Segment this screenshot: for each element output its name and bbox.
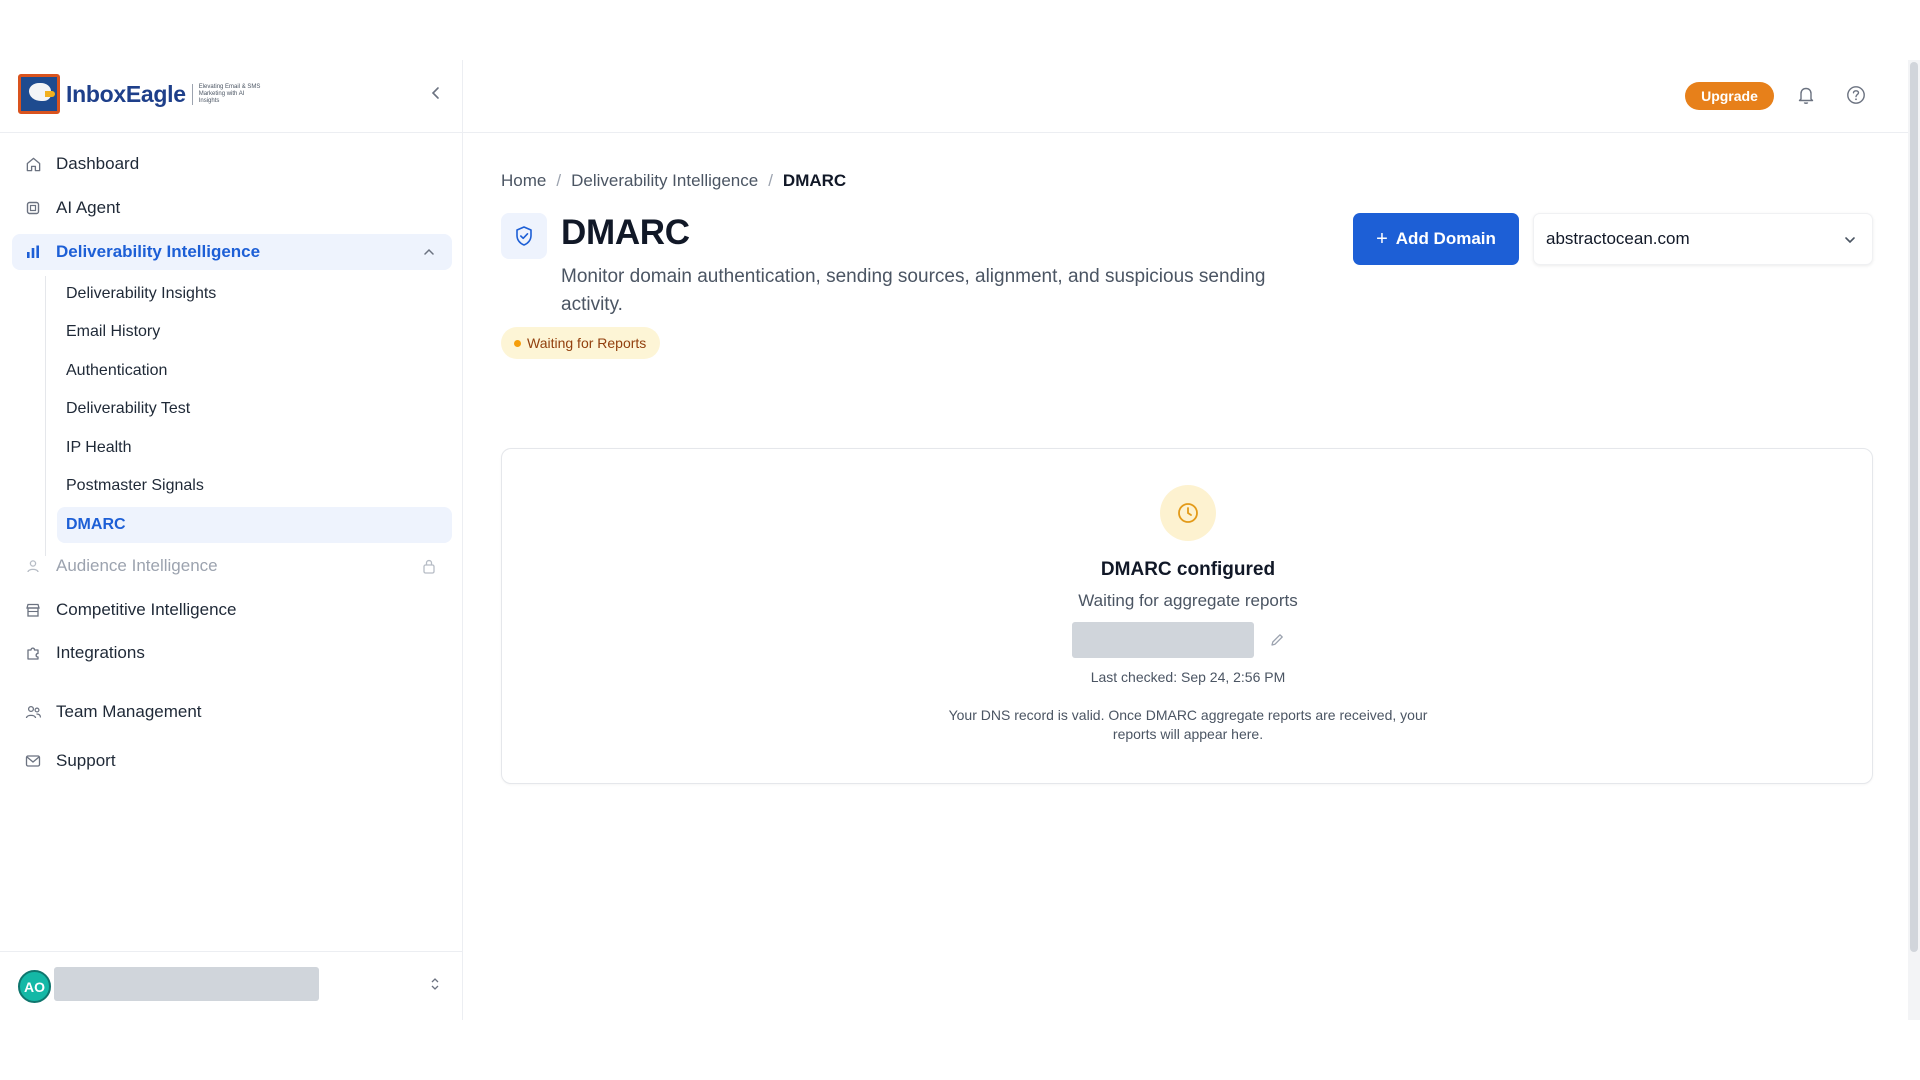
- plus-icon: +: [1376, 228, 1388, 250]
- clock-icon: [1160, 485, 1216, 541]
- store-icon: [24, 601, 42, 619]
- dns-record-redacted: [1072, 622, 1254, 658]
- sidebar-subitem-deliverability-test[interactable]: Deliverability Test: [57, 391, 452, 427]
- page-scrollbar[interactable]: [1908, 60, 1920, 1020]
- sidebar-item-dashboard[interactable]: Dashboard: [12, 146, 452, 182]
- breadcrumb-deliverability-intelligence[interactable]: Deliverability Intelligence: [571, 171, 758, 191]
- sidebar-header: InboxEagle Elevating Email & SMS Marketi…: [0, 60, 463, 133]
- sidebar-item-label: Integrations: [56, 643, 145, 662]
- topbar: Upgrade: [463, 60, 1908, 133]
- chevron-left-icon: [431, 87, 439, 99]
- sidebar-subitem-postmaster-signals[interactable]: Postmaster Signals: [57, 468, 452, 504]
- sidebar-item-label: Team Management: [56, 702, 202, 721]
- domain-select-value: abstractocean.com: [1546, 229, 1690, 248]
- home-icon: [24, 155, 42, 173]
- team-icon: [24, 703, 42, 721]
- sidebar-subitem-label: Postmaster Signals: [66, 477, 204, 494]
- chevron-down-icon: [1840, 230, 1860, 250]
- bar-chart-icon: [24, 243, 42, 261]
- dmarc-status-card-body: DMARC configured Waiting for aggregate r…: [502, 449, 1874, 785]
- main-content: Home / Deliverability Intelligence / DMA…: [463, 133, 1908, 1020]
- sidebar-subitem-dmarc[interactable]: DMARC: [57, 507, 452, 543]
- sidebar-item-competitive-intelligence[interactable]: Competitive Intelligence: [12, 592, 452, 628]
- page-description: Monitor domain authentication, sending s…: [561, 266, 1266, 315]
- lock-icon: [420, 557, 438, 575]
- breadcrumb-current: DMARC: [782, 171, 847, 190]
- sidebar-item-support[interactable]: Support: [12, 743, 452, 779]
- puzzle-icon: [24, 644, 42, 662]
- user-name-redacted: [54, 967, 319, 1001]
- pencil-icon[interactable]: [1268, 631, 1286, 649]
- domain-select[interactable]: abstractocean.com: [1533, 213, 1873, 265]
- chip-icon: [24, 199, 42, 217]
- submenu-divider: [45, 276, 46, 556]
- mail-icon: [24, 752, 42, 770]
- sidebar-subitem-email-history[interactable]: Email History: [57, 314, 452, 350]
- sidebar-subitem-label: Authentication: [66, 362, 168, 379]
- user-menu[interactable]: AO: [0, 951, 463, 1020]
- sidebar-item-label: AI Agent: [56, 198, 121, 217]
- breadcrumb-separator: /: [556, 171, 562, 190]
- chevron-up-down-icon[interactable]: [427, 976, 443, 996]
- card-title: DMARC configured: [1100, 559, 1276, 580]
- sidebar-subitem-label: Deliverability Insights: [66, 285, 217, 302]
- sidebar-item-integrations[interactable]: Integrations: [12, 635, 452, 671]
- sidebar-subitem-label: Deliverability Test: [66, 400, 191, 417]
- chevron-up-icon[interactable]: [420, 243, 438, 261]
- help-icon[interactable]: [1845, 84, 1867, 106]
- sidebar-subitem-authentication[interactable]: Authentication: [57, 353, 452, 389]
- sidebar-item-team-management[interactable]: Team Management: [12, 694, 452, 730]
- breadcrumb-home[interactable]: Home: [501, 171, 546, 191]
- sidebar-subitem-label: Email History: [66, 323, 161, 340]
- sidebar-item-label: Deliverability Intelligence: [56, 242, 261, 261]
- upgrade-button[interactable]: Upgrade: [1685, 82, 1774, 110]
- sidebar-item-label: Dashboard: [56, 154, 140, 173]
- sidebar-subitem-ip-health[interactable]: IP Health: [57, 430, 452, 466]
- card-note: Your DNS record is valid. Once DMARC agg…: [948, 707, 1428, 742]
- dmarc-status-card: DMARC configured Waiting for aggregate r…: [501, 448, 1873, 784]
- bell-icon[interactable]: [1795, 84, 1817, 106]
- sidebar-item-deliverability-intelligence[interactable]: Deliverability Intelligence: [12, 234, 452, 270]
- sidebar: InboxEagle Elevating Email & SMS Marketi…: [0, 60, 463, 1020]
- status-badge: Waiting for Reports: [501, 327, 661, 359]
- avatar[interactable]: AO: [18, 970, 51, 1003]
- users-icon: [24, 557, 42, 575]
- sidebar-item-label: Competitive Intelligence: [56, 600, 237, 619]
- brand-logo[interactable]: InboxEagle Elevating Email & SMS Marketi…: [18, 74, 262, 114]
- sidebar-item-label: Audience Intelligence: [56, 556, 218, 575]
- last-checked-timestamp: Last checked: Sep 24, 2:56 PM: [1090, 669, 1286, 685]
- sidebar-subitem-label: IP Health: [66, 439, 132, 456]
- page-title: DMARC: [561, 213, 690, 252]
- add-domain-label: Add Domain: [1395, 229, 1496, 248]
- breadcrumb: Home / Deliverability Intelligence / DMA…: [501, 171, 846, 191]
- app-window: InboxEagle Elevating Email & SMS Marketi…: [0, 60, 1908, 1020]
- card-subtitle: Waiting for aggregate reports: [1078, 591, 1298, 610]
- eagle-logo-icon: [18, 74, 60, 114]
- scrollbar-thumb[interactable]: [1910, 62, 1918, 952]
- breadcrumb-separator: /: [768, 171, 773, 190]
- sidebar-item-label: Support: [56, 751, 116, 770]
- shield-check-icon: [501, 213, 547, 259]
- collapse-sidebar-button[interactable]: [426, 84, 446, 104]
- add-domain-button[interactable]: + Add Domain: [1353, 213, 1519, 265]
- sidebar-item-ai-agent[interactable]: AI Agent: [12, 190, 452, 226]
- brand-name: InboxEagle: [66, 80, 186, 107]
- brand-tagline: Elevating Email & SMS Marketing with AI …: [191, 83, 262, 105]
- sidebar-subitem-label: DMARC: [66, 516, 126, 533]
- sidebar-item-audience-intelligence[interactable]: Audience Intelligence: [12, 548, 452, 584]
- sidebar-subitem-deliverability-insights[interactable]: Deliverability Insights: [57, 276, 452, 312]
